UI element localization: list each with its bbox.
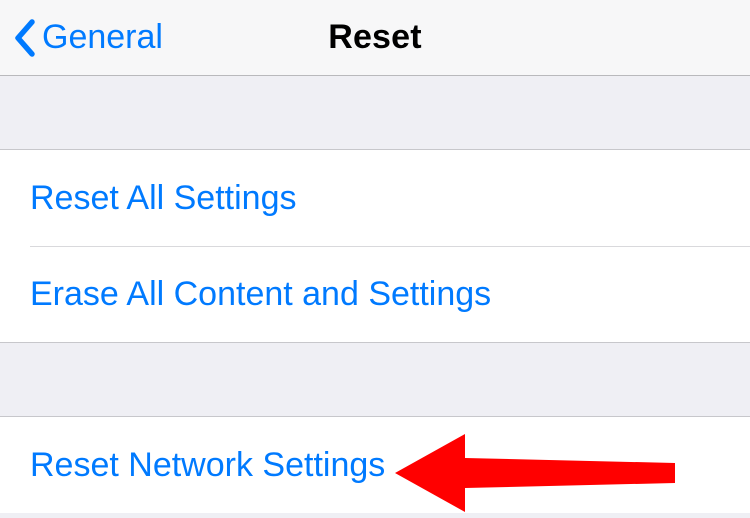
chevron-left-icon (12, 19, 36, 57)
settings-group-2: Reset Network Settings (0, 416, 750, 513)
erase-all-content-row[interactable]: Erase All Content and Settings (0, 246, 750, 342)
page-title: Reset (328, 18, 422, 57)
back-label: General (42, 18, 163, 57)
settings-group-1: Reset All Settings Erase All Content and… (0, 149, 750, 343)
reset-network-settings-row[interactable]: Reset Network Settings (0, 417, 750, 513)
row-label: Reset Network Settings (30, 446, 385, 485)
back-button[interactable]: General (12, 0, 163, 75)
row-label: Erase All Content and Settings (30, 275, 491, 314)
navigation-bar: General Reset (0, 0, 750, 76)
reset-all-settings-row[interactable]: Reset All Settings (0, 150, 750, 246)
row-label: Reset All Settings (30, 179, 296, 218)
